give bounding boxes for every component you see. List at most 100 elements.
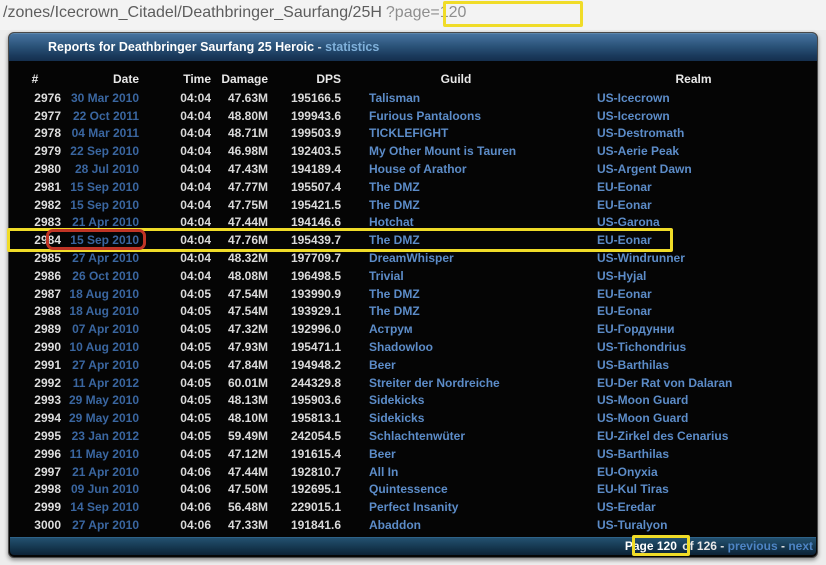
guild-link[interactable]: Furious Pantaloons bbox=[369, 109, 481, 123]
realm-link[interactable]: US-Hyjal bbox=[597, 269, 646, 283]
realm-link[interactable]: US-Turalyon bbox=[597, 518, 667, 532]
realm-link[interactable]: US-Icecrown bbox=[597, 109, 670, 123]
guild-link[interactable]: Shadowloo bbox=[369, 340, 433, 354]
guild-link[interactable]: Аструм bbox=[369, 322, 413, 336]
report-date-link[interactable]: 27 Apr 2010 bbox=[72, 518, 139, 532]
guild-link[interactable]: TICKLEFIGHT bbox=[369, 126, 448, 140]
guild-link[interactable]: My Other Mount is Tauren bbox=[369, 144, 516, 158]
report-date-link[interactable]: 22 Sep 2010 bbox=[70, 144, 139, 158]
guild-link[interactable]: The DMZ bbox=[369, 198, 420, 212]
statistics-link[interactable]: statistics bbox=[325, 40, 379, 54]
report-date-link[interactable]: 15 Sep 2010 bbox=[70, 233, 139, 247]
table-row: 299809 Jun 201004:0647.50M192695.1Quinte… bbox=[9, 481, 817, 499]
guild-link[interactable]: Trivial bbox=[369, 269, 404, 283]
table-row: 298626 Oct 201004:0448.08M196498.5Trivia… bbox=[9, 267, 817, 285]
report-date-link[interactable]: 18 Aug 2010 bbox=[69, 287, 139, 301]
realm-link[interactable]: EU-Kul Tiras bbox=[597, 482, 669, 496]
report-damage: 47.33M bbox=[212, 516, 269, 534]
next-page-link[interactable]: next bbox=[788, 539, 813, 553]
report-dps: 195813.1 bbox=[269, 409, 342, 427]
column-header-guild[interactable]: Guild bbox=[342, 69, 570, 89]
realm-link[interactable]: US-Aerie Peak bbox=[597, 144, 679, 158]
guild-link[interactable]: Talisman bbox=[369, 91, 420, 105]
report-date-link[interactable]: 11 Apr 2012 bbox=[73, 376, 139, 390]
column-header-number[interactable]: # bbox=[9, 69, 63, 89]
report-date-link[interactable]: 22 Oct 2011 bbox=[73, 109, 139, 123]
realm-link[interactable]: EU-Eonar bbox=[597, 233, 652, 247]
realm-link[interactable]: EU-Onyxia bbox=[597, 465, 658, 479]
report-date-link[interactable]: 29 May 2010 bbox=[69, 411, 139, 425]
guild-link-cell: Sidekicks bbox=[342, 409, 570, 427]
realm-link[interactable]: US-Moon Guard bbox=[597, 411, 688, 425]
realm-link[interactable]: EU-Der Rat von Dalaran bbox=[597, 376, 732, 390]
guild-link[interactable]: Beer bbox=[369, 447, 396, 461]
realm-link[interactable]: US-Garona bbox=[597, 215, 660, 229]
realm-link[interactable]: EU-Eonar bbox=[597, 304, 652, 318]
guild-link[interactable]: Streiter der Nordreiche bbox=[369, 376, 500, 390]
column-header-date[interactable]: Date bbox=[63, 69, 141, 89]
previous-page-link[interactable]: previous bbox=[728, 539, 778, 553]
realm-link[interactable]: US-Moon Guard bbox=[597, 393, 688, 407]
report-date-link[interactable]: 28 Jul 2010 bbox=[75, 162, 139, 176]
realm-link[interactable]: US-Destromath bbox=[597, 126, 684, 140]
report-number: 2980 bbox=[9, 160, 63, 178]
report-date-link[interactable]: 14 Sep 2010 bbox=[70, 500, 139, 514]
realm-link[interactable]: EU-Гордунни bbox=[597, 322, 675, 336]
guild-link[interactable]: Sidekicks bbox=[369, 393, 424, 407]
report-date-link[interactable]: 27 Apr 2010 bbox=[72, 358, 139, 372]
guild-link[interactable]: House of Arathor bbox=[369, 162, 467, 176]
guild-link-cell: DreamWhisper bbox=[342, 249, 570, 267]
column-header-time[interactable]: Time bbox=[141, 69, 212, 89]
report-date-link[interactable]: 11 May 2010 bbox=[70, 447, 139, 461]
guild-link[interactable]: Beer bbox=[369, 358, 396, 372]
realm-link[interactable]: US-Argent Dawn bbox=[597, 162, 692, 176]
guild-link[interactable]: Perfect Insanity bbox=[369, 500, 458, 514]
realm-link[interactable]: US-Tichondrius bbox=[597, 340, 686, 354]
realm-link[interactable]: US-Icecrown bbox=[597, 91, 670, 105]
guild-link[interactable]: The DMZ bbox=[369, 287, 420, 301]
report-date-link[interactable]: 10 Aug 2010 bbox=[69, 340, 139, 354]
report-date-link[interactable]: 23 Jan 2012 bbox=[72, 429, 139, 443]
guild-link[interactable]: Sidekicks bbox=[369, 411, 424, 425]
report-date-link[interactable]: 15 Sep 2010 bbox=[70, 180, 139, 194]
guild-link[interactable]: Hotchat bbox=[369, 215, 414, 229]
guild-link[interactable]: The DMZ bbox=[369, 304, 420, 318]
column-header-realm[interactable]: Realm bbox=[570, 69, 817, 89]
column-header-damage[interactable]: Damage bbox=[212, 69, 269, 89]
table-row: 298028 Jul 201004:0447.43M194189.4House … bbox=[9, 160, 817, 178]
report-time: 04:04 bbox=[141, 214, 212, 232]
report-number: 3000 bbox=[9, 516, 63, 534]
report-date-link[interactable]: 21 Apr 2010 bbox=[72, 465, 139, 479]
report-date-link[interactable]: 21 Apr 2010 bbox=[72, 215, 139, 229]
guild-link[interactable]: The DMZ bbox=[369, 180, 420, 194]
realm-link[interactable]: EU-Zirkel des Cenarius bbox=[597, 429, 728, 443]
realm-link[interactable]: US-Windrunner bbox=[597, 251, 685, 265]
guild-link[interactable]: All In bbox=[369, 465, 398, 479]
realm-link-cell: EU-Eonar bbox=[570, 303, 817, 321]
column-header-dps[interactable]: DPS bbox=[269, 69, 342, 89]
realm-link[interactable]: EU-Eonar bbox=[597, 180, 652, 194]
url-bar[interactable]: /zones/Icecrown_Citadel/Deathbringer_Sau… bbox=[0, 0, 826, 30]
guild-link[interactable]: The DMZ bbox=[369, 233, 420, 247]
report-date-link[interactable]: 15 Sep 2010 bbox=[70, 198, 139, 212]
report-date-link[interactable]: 04 Mar 2011 bbox=[72, 126, 139, 140]
report-date-link-cell: 15 Sep 2010 bbox=[63, 178, 141, 196]
guild-link[interactable]: Quintessence bbox=[369, 482, 448, 496]
guild-link[interactable]: DreamWhisper bbox=[369, 251, 454, 265]
realm-link[interactable]: EU-Eonar bbox=[597, 287, 652, 301]
realm-link[interactable]: EU-Eonar bbox=[597, 198, 652, 212]
report-date-link[interactable]: 18 Aug 2010 bbox=[69, 304, 139, 318]
report-date-link[interactable]: 07 Apr 2010 bbox=[72, 322, 139, 336]
report-date-link[interactable]: 26 Oct 2010 bbox=[72, 269, 139, 283]
report-date-link[interactable]: 30 Mar 2010 bbox=[71, 91, 139, 105]
report-date-link[interactable]: 29 May 2010 bbox=[69, 393, 139, 407]
realm-link[interactable]: US-Barthilas bbox=[597, 358, 669, 372]
guild-link[interactable]: Schlachtenwüter bbox=[369, 429, 465, 443]
realm-link[interactable]: US-Eredar bbox=[597, 500, 656, 514]
report-date-link[interactable]: 27 Apr 2010 bbox=[72, 251, 139, 265]
report-date-link[interactable]: 09 Jun 2010 bbox=[71, 482, 139, 496]
realm-link-cell: US-Argent Dawn bbox=[570, 160, 817, 178]
realm-link[interactable]: US-Barthilas bbox=[597, 447, 669, 461]
table-row: 299611 May 201004:0547.12M191615.4BeerUS… bbox=[9, 445, 817, 463]
guild-link[interactable]: Abaddon bbox=[369, 518, 421, 532]
